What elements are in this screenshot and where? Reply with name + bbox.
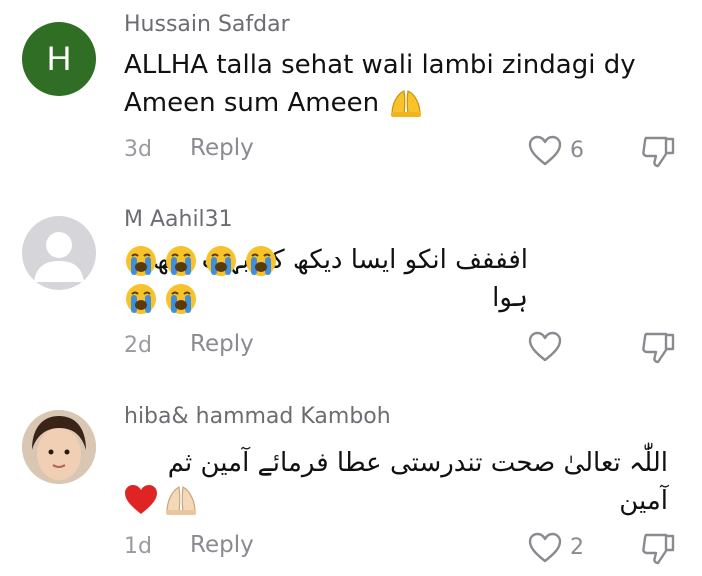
heart-icon xyxy=(528,135,562,166)
red-heart-emoji xyxy=(124,484,158,516)
comment-timestamp: 2d xyxy=(124,333,152,358)
crying-face-emoji xyxy=(164,282,198,316)
crying-face-emoji xyxy=(124,244,158,278)
like-count: 2 xyxy=(570,535,584,560)
avatar-letter: H xyxy=(46,39,72,78)
like-button[interactable]: 2 xyxy=(528,532,584,563)
comment-item: M Aahil31 افففف انکو ایسا دیکھ کر بہت دک… xyxy=(0,190,702,380)
reply-button[interactable]: Reply xyxy=(190,135,254,161)
reply-button[interactable]: Reply xyxy=(190,331,254,357)
crying-face-emoji xyxy=(244,244,278,278)
dislike-button[interactable] xyxy=(640,135,678,169)
comment-text: اللّٰہ تعالیٰ صحت تندرستی عطا فرمائے آمی… xyxy=(167,448,668,516)
comment-timestamp: 3d xyxy=(124,137,152,162)
user-avatar[interactable]: H xyxy=(22,22,96,96)
crying-face-emoji xyxy=(164,244,198,278)
comment-item: H Hussain Safdar ALLHA talla sehat wali … xyxy=(0,0,702,190)
dislike-button[interactable] xyxy=(640,331,678,365)
comment-username[interactable]: Hussain Safdar xyxy=(124,12,290,37)
user-avatar[interactable] xyxy=(22,410,96,484)
comment-item: hiba& hammad Kamboh اللّٰہ تعالیٰ صحت تن… xyxy=(0,390,702,576)
crying-face-emoji xyxy=(124,282,158,316)
thumbs-down-icon xyxy=(640,331,678,365)
heart-icon xyxy=(528,331,562,362)
emoji-group xyxy=(124,484,198,516)
thumbs-down-icon xyxy=(640,135,678,169)
folded-hands-emoji xyxy=(389,88,423,118)
comment-text-line: Ameen sum Ameen xyxy=(124,88,380,118)
like-count: 6 xyxy=(570,138,584,163)
heart-icon xyxy=(528,532,562,563)
comment-timestamp: 1d xyxy=(124,534,152,559)
profile-photo xyxy=(22,410,96,484)
user-avatar[interactable] xyxy=(22,216,96,290)
comment-text-line: ALLHA talla sehat wali lambi zindagi dy xyxy=(124,50,636,80)
reply-button[interactable]: Reply xyxy=(190,532,254,558)
emoji-group xyxy=(124,282,198,316)
like-button[interactable] xyxy=(528,331,562,362)
crying-face-emoji xyxy=(204,244,238,278)
dislike-button[interactable] xyxy=(640,532,678,566)
comment-username[interactable]: M Aahil31 xyxy=(124,207,233,232)
thumbs-down-icon xyxy=(640,532,678,566)
comment-text: ALLHA talla sehat wali lambi zindagi dy … xyxy=(124,46,672,122)
like-button[interactable]: 6 xyxy=(528,135,584,166)
default-avatar-icon xyxy=(34,232,84,282)
emoji-group xyxy=(124,244,278,278)
folded-hands-emoji xyxy=(164,484,198,516)
comment-username[interactable]: hiba& hammad Kamboh xyxy=(124,404,391,429)
